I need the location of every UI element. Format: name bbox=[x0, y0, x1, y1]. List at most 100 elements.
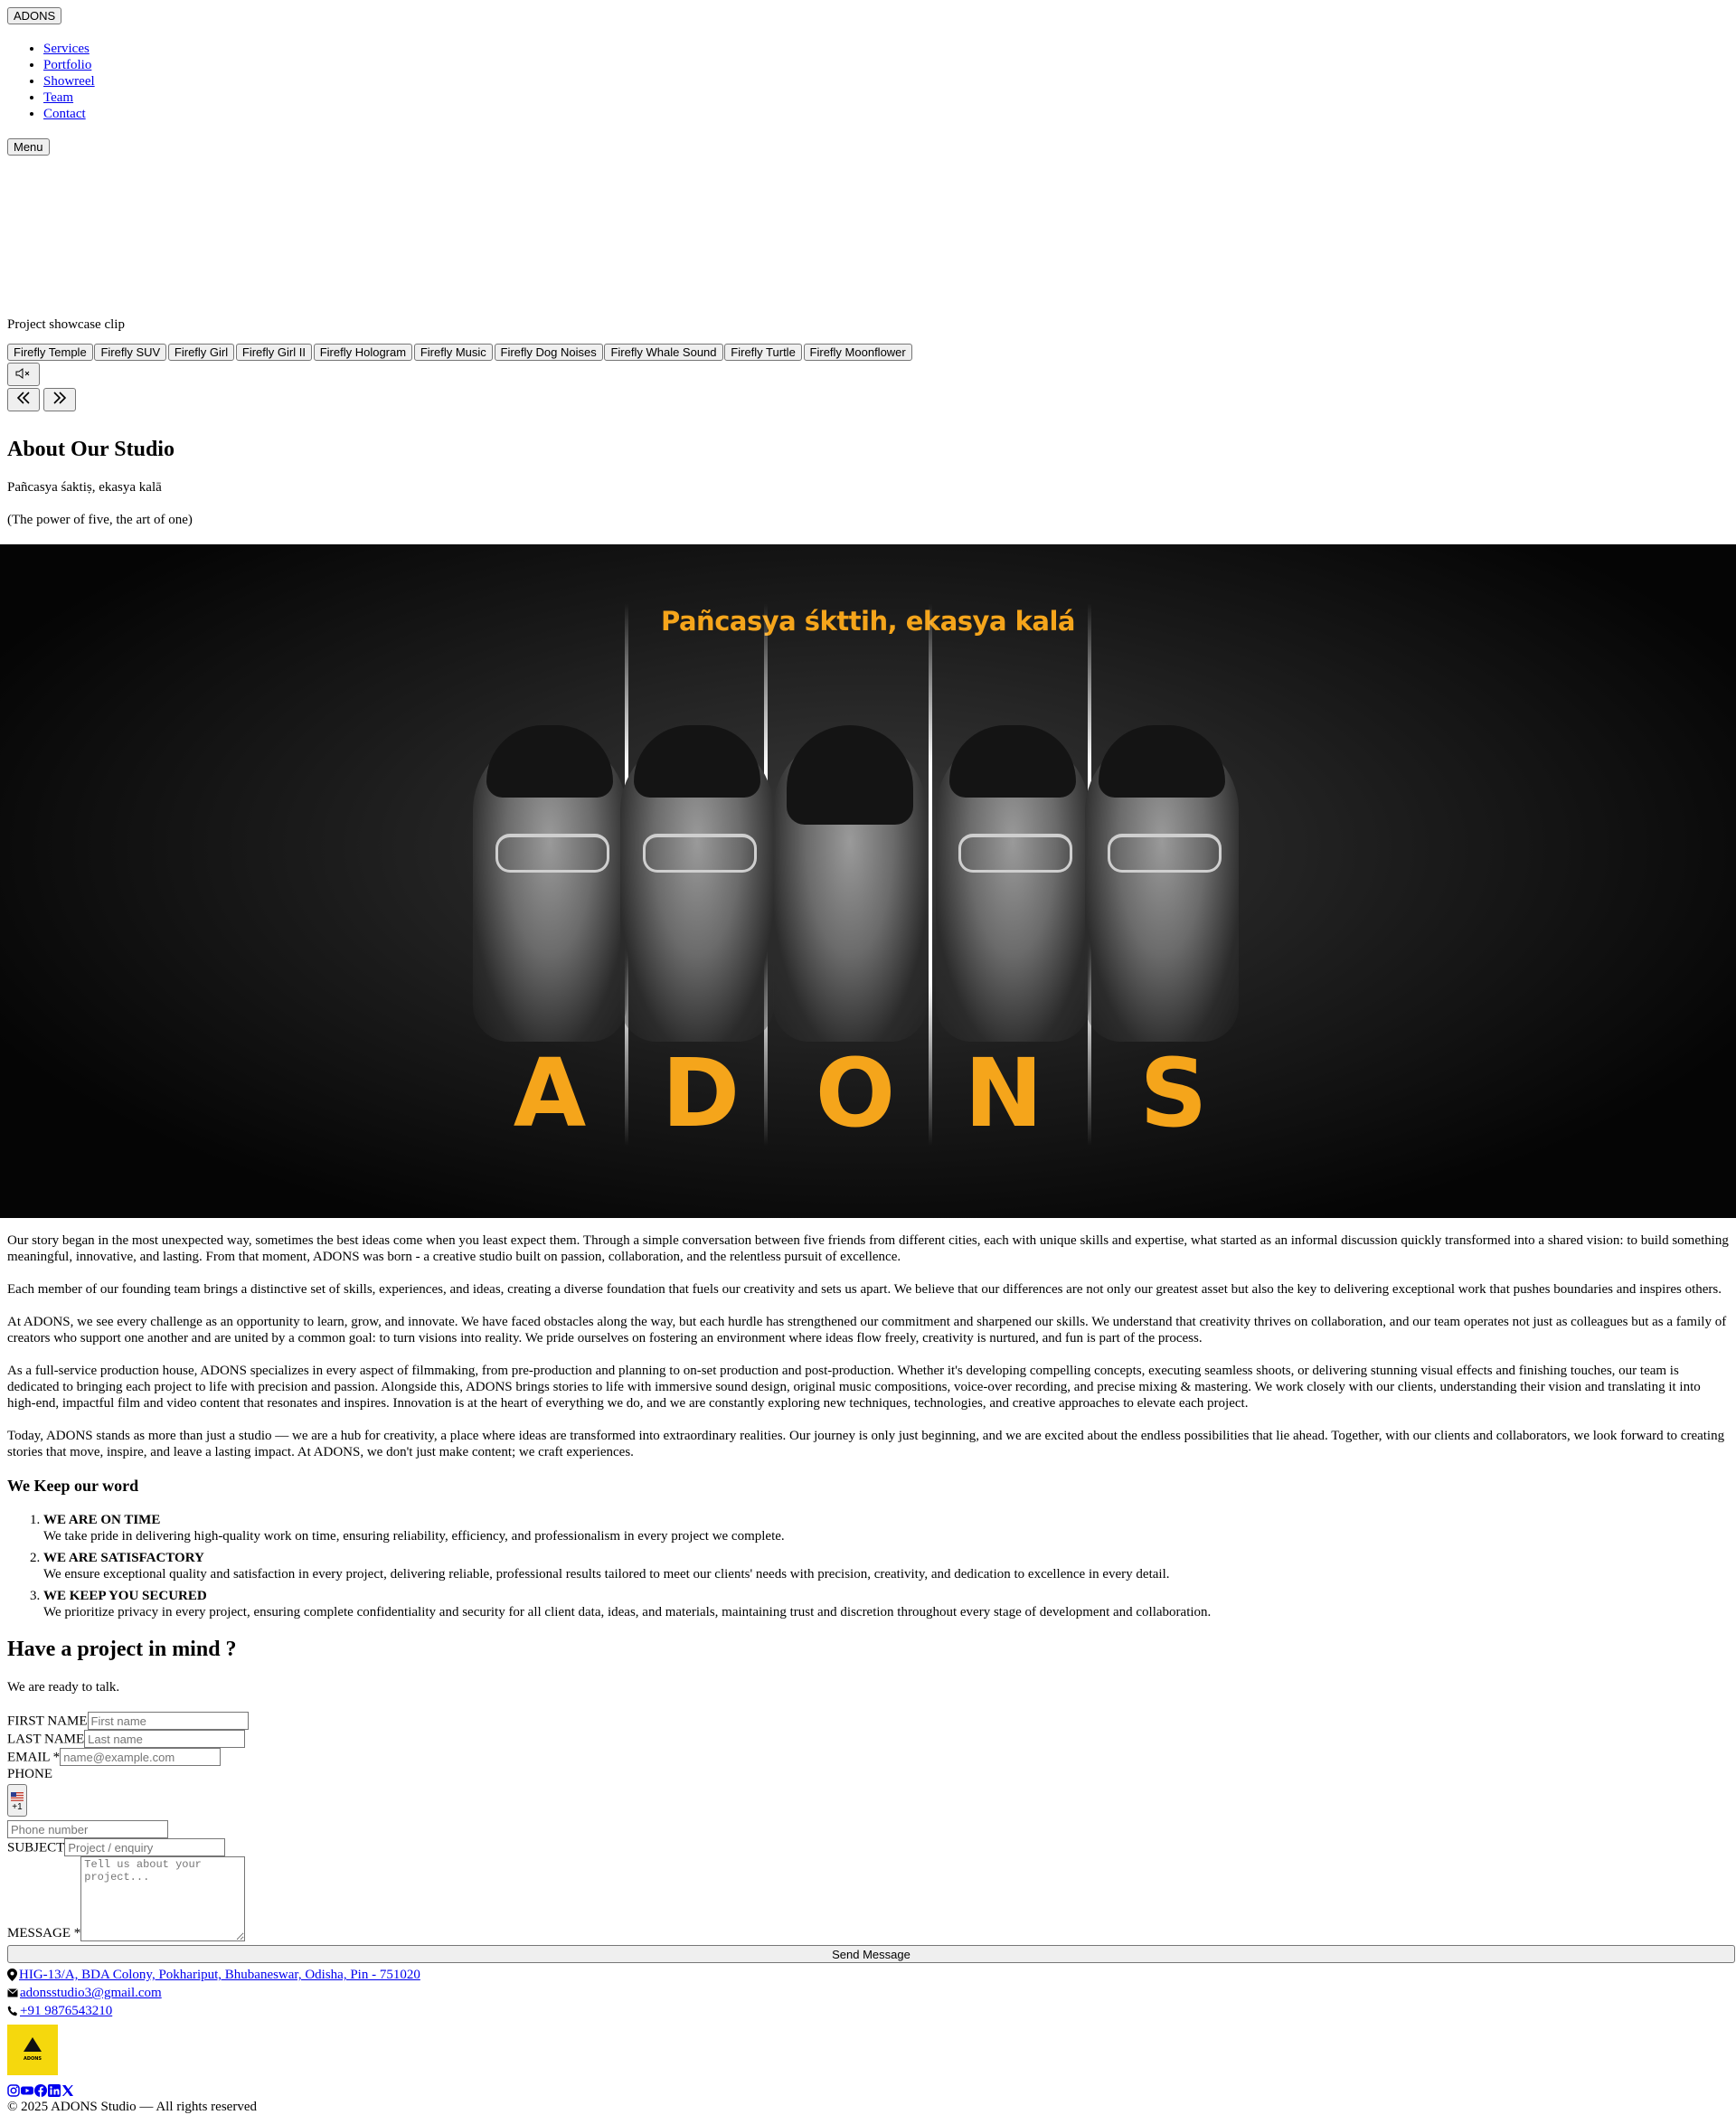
main-nav: Services Portfolio Showreel Team Contact bbox=[7, 41, 1729, 122]
promise-text: We ensure exceptional quality and satisf… bbox=[43, 1567, 1170, 1582]
copyright: © 2025 ADONS Studio — All rights reserve… bbox=[7, 2100, 257, 2115]
phone-icon bbox=[7, 2006, 17, 2016]
promises-list: WE ARE ON TIME We take pride in deliveri… bbox=[7, 1512, 1729, 1620]
last-name-label: LAST NAME bbox=[7, 1732, 85, 1747]
logo-triangle-icon bbox=[24, 2037, 42, 2053]
social-links bbox=[7, 2084, 1729, 2098]
phone-label: PHONE bbox=[7, 1767, 53, 1782]
about-paragraph: Our story began in the most unexpected w… bbox=[7, 1232, 1729, 1264]
list-item: WE ARE ON TIME We take pride in deliveri… bbox=[43, 1512, 1729, 1544]
nav-link-team[interactable]: Team bbox=[43, 90, 73, 105]
previous-button[interactable] bbox=[7, 388, 40, 411]
logo-button[interactable]: ADONS bbox=[7, 7, 62, 24]
nav-link-services[interactable]: Services bbox=[43, 42, 90, 56]
subject-label: SUBJECT bbox=[7, 1840, 65, 1855]
keep-word-title: We Keep our word bbox=[7, 1476, 139, 1495]
phone-link[interactable]: +91 9876543210 bbox=[20, 2003, 112, 2019]
contact-form: FIRST NAME LAST NAME EMAIL * PHONE +1 SU… bbox=[7, 1712, 1735, 1964]
about-paragraph: Each member of our founding team brings … bbox=[7, 1281, 1722, 1297]
team-member-photo bbox=[1085, 724, 1239, 1042]
clip-button-suv[interactable]: Firefly SUV bbox=[94, 344, 167, 361]
first-name-label: FIRST NAME bbox=[7, 1714, 88, 1729]
clip-selector: Firefly Temple Firefly SUV Firefly Girl … bbox=[7, 344, 1729, 361]
promise-title: WE ARE ON TIME bbox=[43, 1513, 161, 1528]
clip-button-dog-noises[interactable]: Firefly Dog Noises bbox=[494, 344, 603, 361]
clip-button-temple[interactable]: Firefly Temple bbox=[7, 344, 93, 361]
email-link[interactable]: adonsstudio3@gmail.com bbox=[20, 1985, 162, 2001]
banner-divider bbox=[929, 602, 932, 1146]
clip-button-music[interactable]: Firefly Music bbox=[413, 344, 493, 361]
about-motto-translation: (The power of five, the art of one) bbox=[7, 512, 193, 527]
team-member-photo bbox=[473, 724, 627, 1042]
x-link[interactable] bbox=[61, 2084, 74, 2097]
clip-button-moonflower[interactable]: Firefly Moonflower bbox=[803, 344, 912, 361]
team-banner-image: Pañcasya śkttih, ekasya kalá A D O N S bbox=[0, 543, 1736, 1218]
contact-subtitle: We are ready to talk. bbox=[7, 1680, 120, 1695]
country-code: +1 bbox=[12, 1802, 23, 1813]
email-label: EMAIL * bbox=[7, 1750, 61, 1765]
banner-letter: A bbox=[513, 1037, 587, 1148]
instagram-icon bbox=[7, 2084, 20, 2097]
promise-title: WE KEEP YOU SECURED bbox=[43, 1589, 207, 1604]
team-member-photo bbox=[936, 724, 1090, 1042]
youtube-icon bbox=[21, 2086, 33, 2095]
youtube-link[interactable] bbox=[21, 2084, 33, 2097]
envelope-icon bbox=[7, 1988, 18, 1997]
clip-button-girl-ii[interactable]: Firefly Girl II bbox=[235, 344, 312, 361]
banner-letter: N bbox=[964, 1037, 1043, 1148]
instagram-link[interactable] bbox=[7, 2084, 20, 2097]
first-name-field[interactable] bbox=[87, 1712, 249, 1731]
next-button[interactable] bbox=[42, 388, 76, 411]
country-code-selector[interactable]: +1 bbox=[7, 1784, 27, 1818]
phone-field[interactable] bbox=[7, 1820, 168, 1839]
clip-button-turtle[interactable]: Firefly Turtle bbox=[724, 344, 802, 361]
message-field[interactable] bbox=[80, 1856, 246, 1942]
banner-letter: O bbox=[815, 1037, 896, 1148]
speaker-muted-icon bbox=[15, 367, 30, 379]
promise-text: We prioritize privacy in every project, … bbox=[43, 1605, 1212, 1620]
team-member-photo bbox=[620, 724, 774, 1042]
double-chevron-right-icon bbox=[53, 391, 66, 404]
about-paragraph: Today, ADONS stands as more than just a … bbox=[7, 1428, 1725, 1459]
linkedin-link[interactable] bbox=[48, 2084, 61, 2098]
banner-letter: S bbox=[1139, 1037, 1208, 1148]
contact-title: Have a project in mind ? bbox=[7, 1638, 237, 1662]
nav-link-portfolio[interactable]: Portfolio bbox=[43, 58, 91, 72]
clip-button-hologram[interactable]: Firefly Hologram bbox=[313, 344, 413, 361]
double-chevron-left-icon bbox=[16, 391, 30, 404]
promise-text: We take pride in delivering high-quality… bbox=[43, 1529, 785, 1544]
banner-letter: D bbox=[661, 1037, 741, 1148]
facebook-link[interactable] bbox=[34, 2084, 47, 2098]
x-icon bbox=[61, 2085, 73, 2097]
hero-caption: Project showcase clip bbox=[7, 317, 125, 332]
facebook-icon bbox=[34, 2084, 47, 2098]
subject-field[interactable] bbox=[64, 1838, 226, 1857]
send-message-button[interactable]: Send Message bbox=[7, 1945, 1735, 1964]
email-field[interactable] bbox=[60, 1748, 222, 1767]
nav-link-showreel[interactable]: Showreel bbox=[43, 74, 95, 89]
clip-button-girl[interactable]: Firefly Girl bbox=[167, 344, 235, 361]
carousel-controls bbox=[7, 388, 1729, 411]
about-paragraph: At ADONS, we see every challenge as an o… bbox=[7, 1314, 1727, 1345]
linkedin-icon bbox=[48, 2084, 61, 2098]
about-motto: Pañcasya śaktiṣ, ekasya kalā bbox=[7, 479, 162, 495]
promise-title: WE ARE SATISFACTORY bbox=[43, 1551, 204, 1566]
address-link[interactable]: HIG-13/A, BDA Colony, Pokhariput, Bhuban… bbox=[19, 1967, 420, 1983]
banner-tagline: Pañcasya śkttih, ekasya kalá bbox=[661, 605, 1075, 637]
list-item: WE KEEP YOU SECURED We prioritize privac… bbox=[43, 1588, 1729, 1620]
mute-button[interactable] bbox=[7, 363, 40, 386]
about-title: About Our Studio bbox=[7, 438, 175, 461]
list-item: WE ARE SATISFACTORY We ensure exceptiona… bbox=[43, 1550, 1729, 1582]
about-paragraph: As a full-service production house, ADON… bbox=[7, 1363, 1701, 1411]
logo-label: ADONS bbox=[23, 2056, 42, 2063]
message-label: MESSAGE * bbox=[7, 1926, 81, 1941]
footer-logo: ADONS bbox=[7, 2025, 58, 2076]
menu-button[interactable]: Menu bbox=[7, 138, 50, 156]
map-pin-icon bbox=[7, 1969, 17, 1982]
us-flag-icon bbox=[11, 1792, 24, 1802]
last-name-field[interactable] bbox=[84, 1730, 246, 1749]
hero-video-area bbox=[7, 156, 1729, 316]
team-member-photo bbox=[773, 724, 927, 1042]
nav-link-contact[interactable]: Contact bbox=[43, 107, 86, 121]
clip-button-whale-sound[interactable]: Firefly Whale Sound bbox=[604, 344, 723, 361]
